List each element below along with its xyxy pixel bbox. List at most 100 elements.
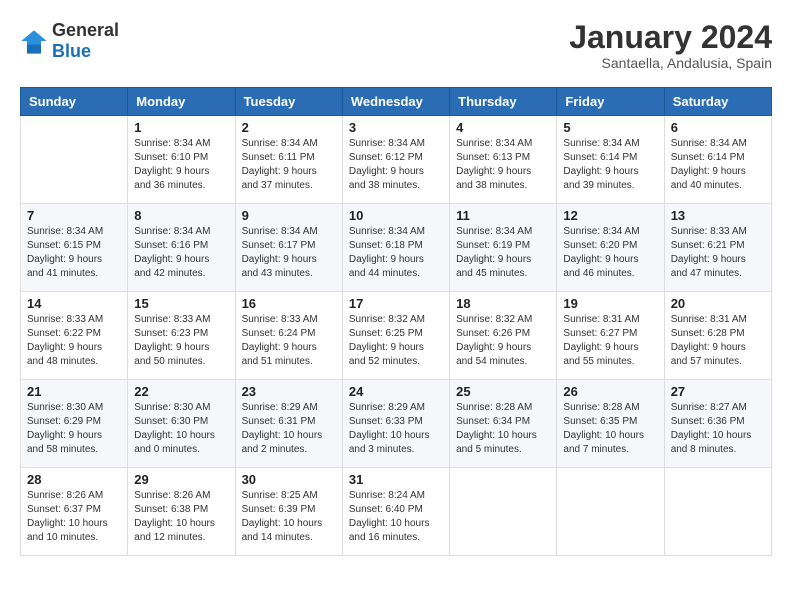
calendar-day-cell: 2Sunrise: 8:34 AM Sunset: 6:11 PM Daylig… <box>235 116 342 204</box>
day-info: Sunrise: 8:34 AM Sunset: 6:16 PM Dayligh… <box>134 225 228 281</box>
calendar-day-cell <box>557 468 664 556</box>
day-number: 28 <box>27 472 121 487</box>
calendar-week-row: 28 Sunrise: 8:26 AM Sunset: 6:37 PM Dayli… <box>21 468 772 556</box>
day-number: 13 <box>671 208 765 223</box>
day-info: Sunrise: 8:33 AM Sunset: 6:21 PM Dayligh… <box>671 225 765 281</box>
day-info: Sunrise: 8:32 AM Sunset: 6:26 PM Dayligh… <box>456 313 550 369</box>
day-of-week-header: Thursday <box>450 88 557 116</box>
day-info: Sunrise: 8:30 AM Sunset: 6:29 PM Dayligh… <box>27 401 121 457</box>
day-info: Sunrise: 8:31 AM Sunset: 6:27 PM Dayligh… <box>563 313 657 369</box>
calendar-day-cell: 11 Sunrise: 8:34 AM Sunset: 6:19 PM Dayli… <box>450 204 557 292</box>
day-info: Sunrise: 8:32 AM Sunset: 6:25 PM Dayligh… <box>349 313 443 369</box>
day-info: Sunrise: 8:28 AM Sunset: 6:34 PM Dayligh… <box>456 401 550 457</box>
day-number: 29 <box>134 472 228 487</box>
day-of-week-header: Sunday <box>21 88 128 116</box>
day-of-week-header: Saturday <box>664 88 771 116</box>
day-number: 6 <box>671 120 765 135</box>
calendar-day-cell: 28 Sunrise: 8:26 AM Sunset: 6:37 PM Dayli… <box>21 468 128 556</box>
day-number: 12 <box>563 208 657 223</box>
day-number: 27 <box>671 384 765 399</box>
calendar-day-cell: 10Sunrise: 8:34 AM Sunset: 6:18 PM Dayli… <box>342 204 449 292</box>
calendar-day-cell: 17 Sunrise: 8:32 AM Sunset: 6:25 PM Dayli… <box>342 292 449 380</box>
day-number: 19 <box>563 296 657 311</box>
day-number: 3 <box>349 120 443 135</box>
calendar-day-cell: 8 Sunrise: 8:34 AM Sunset: 6:16 PM Daylig… <box>128 204 235 292</box>
calendar-day-cell: 12Sunrise: 8:34 AM Sunset: 6:20 PM Dayli… <box>557 204 664 292</box>
day-info: Sunrise: 8:34 AM Sunset: 6:14 PM Dayligh… <box>563 137 657 193</box>
calendar-day-cell: 7Sunrise: 8:34 AM Sunset: 6:15 PM Daylig… <box>21 204 128 292</box>
page-header: General Blue January 2024 Santaella, And… <box>20 20 772 71</box>
day-info: Sunrise: 8:26 AM Sunset: 6:37 PM Dayligh… <box>27 489 121 545</box>
calendar-day-cell: 24 Sunrise: 8:29 AM Sunset: 6:33 PM Dayli… <box>342 380 449 468</box>
day-of-week-header: Friday <box>557 88 664 116</box>
calendar-week-row: 1 Sunrise: 8:34 AM Sunset: 6:10 PM Daylig… <box>21 116 772 204</box>
day-number: 10 <box>349 208 443 223</box>
day-info: Sunrise: 8:29 AM Sunset: 6:33 PM Dayligh… <box>349 401 443 457</box>
calendar-day-cell: 25 Sunrise: 8:28 AM Sunset: 6:34 PM Dayli… <box>450 380 557 468</box>
logo-general: General <box>52 20 119 40</box>
day-info: Sunrise: 8:30 AM Sunset: 6:30 PM Dayligh… <box>134 401 228 457</box>
calendar-day-cell: 16 Sunrise: 8:33 AM Sunset: 6:24 PM Dayli… <box>235 292 342 380</box>
day-info: Sunrise: 8:31 AM Sunset: 6:28 PM Dayligh… <box>671 313 765 369</box>
day-info: Sunrise: 8:33 AM Sunset: 6:24 PM Dayligh… <box>242 313 336 369</box>
day-info: Sunrise: 8:29 AM Sunset: 6:31 PM Dayligh… <box>242 401 336 457</box>
calendar-day-cell: 30Sunrise: 8:25 AM Sunset: 6:39 PM Dayli… <box>235 468 342 556</box>
day-number: 8 <box>134 208 228 223</box>
calendar-day-cell: 6 Sunrise: 8:34 AM Sunset: 6:14 PM Daylig… <box>664 116 771 204</box>
calendar-day-cell: 21 Sunrise: 8:30 AM Sunset: 6:29 PM Dayli… <box>21 380 128 468</box>
calendar-day-cell: 20 Sunrise: 8:31 AM Sunset: 6:28 PM Dayli… <box>664 292 771 380</box>
logo: General Blue <box>20 20 119 62</box>
day-info: Sunrise: 8:34 AM Sunset: 6:17 PM Dayligh… <box>242 225 336 281</box>
day-number: 25 <box>456 384 550 399</box>
day-number: 9 <box>242 208 336 223</box>
day-info: Sunrise: 8:33 AM Sunset: 6:23 PM Dayligh… <box>134 313 228 369</box>
calendar-week-row: 14 Sunrise: 8:33 AM Sunset: 6:22 PM Dayli… <box>21 292 772 380</box>
calendar-day-cell: 13 Sunrise: 8:33 AM Sunset: 6:21 PM Dayli… <box>664 204 771 292</box>
calendar-day-cell: 22Sunrise: 8:30 AM Sunset: 6:30 PM Dayli… <box>128 380 235 468</box>
day-info: Sunrise: 8:28 AM Sunset: 6:35 PM Dayligh… <box>563 401 657 457</box>
calendar-day-cell <box>450 468 557 556</box>
day-info: Sunrise: 8:34 AM Sunset: 6:15 PM Dayligh… <box>27 225 121 281</box>
day-info: Sunrise: 8:34 AM Sunset: 6:11 PM Dayligh… <box>242 137 336 193</box>
day-of-week-header: Wednesday <box>342 88 449 116</box>
day-info: Sunrise: 8:27 AM Sunset: 6:36 PM Dayligh… <box>671 401 765 457</box>
calendar-day-cell: 31Sunrise: 8:24 AM Sunset: 6:40 PM Dayli… <box>342 468 449 556</box>
logo-text: General Blue <box>52 20 119 62</box>
title-block: January 2024 Santaella, Andalusia, Spain <box>569 20 772 71</box>
day-info: Sunrise: 8:34 AM Sunset: 6:10 PM Dayligh… <box>134 137 228 193</box>
day-number: 23 <box>242 384 336 399</box>
day-info: Sunrise: 8:34 AM Sunset: 6:13 PM Dayligh… <box>456 137 550 193</box>
day-number: 1 <box>134 120 228 135</box>
calendar-day-cell: 5Sunrise: 8:34 AM Sunset: 6:14 PM Daylig… <box>557 116 664 204</box>
calendar-day-cell <box>664 468 771 556</box>
calendar-day-cell: 29Sunrise: 8:26 AM Sunset: 6:38 PM Dayli… <box>128 468 235 556</box>
calendar-day-cell <box>21 116 128 204</box>
day-info: Sunrise: 8:34 AM Sunset: 6:19 PM Dayligh… <box>456 225 550 281</box>
calendar-day-cell: 4Sunrise: 8:34 AM Sunset: 6:13 PM Daylig… <box>450 116 557 204</box>
logo-blue: Blue <box>52 41 91 61</box>
day-number: 14 <box>27 296 121 311</box>
day-of-week-header: Tuesday <box>235 88 342 116</box>
day-number: 30 <box>242 472 336 487</box>
calendar-day-cell: 23 Sunrise: 8:29 AM Sunset: 6:31 PM Dayli… <box>235 380 342 468</box>
day-number: 16 <box>242 296 336 311</box>
main-title: January 2024 <box>569 20 772 55</box>
calendar-table: SundayMondayTuesdayWednesdayThursdayFrid… <box>20 87 772 556</box>
calendar-day-cell: 3 Sunrise: 8:34 AM Sunset: 6:12 PM Daylig… <box>342 116 449 204</box>
day-number: 31 <box>349 472 443 487</box>
day-info: Sunrise: 8:33 AM Sunset: 6:22 PM Dayligh… <box>27 313 121 369</box>
calendar-day-cell: 15Sunrise: 8:33 AM Sunset: 6:23 PM Dayli… <box>128 292 235 380</box>
calendar-day-cell: 19 Sunrise: 8:31 AM Sunset: 6:27 PM Dayli… <box>557 292 664 380</box>
day-number: 21 <box>27 384 121 399</box>
day-of-week-header: Monday <box>128 88 235 116</box>
day-number: 24 <box>349 384 443 399</box>
calendar-week-row: 7Sunrise: 8:34 AM Sunset: 6:15 PM Daylig… <box>21 204 772 292</box>
day-number: 11 <box>456 208 550 223</box>
day-number: 20 <box>671 296 765 311</box>
calendar-day-cell: 18Sunrise: 8:32 AM Sunset: 6:26 PM Dayli… <box>450 292 557 380</box>
calendar-header-row: SundayMondayTuesdayWednesdayThursdayFrid… <box>21 88 772 116</box>
day-number: 17 <box>349 296 443 311</box>
day-info: Sunrise: 8:34 AM Sunset: 6:14 PM Dayligh… <box>671 137 765 193</box>
day-info: Sunrise: 8:34 AM Sunset: 6:12 PM Dayligh… <box>349 137 443 193</box>
calendar-day-cell: 1 Sunrise: 8:34 AM Sunset: 6:10 PM Daylig… <box>128 116 235 204</box>
